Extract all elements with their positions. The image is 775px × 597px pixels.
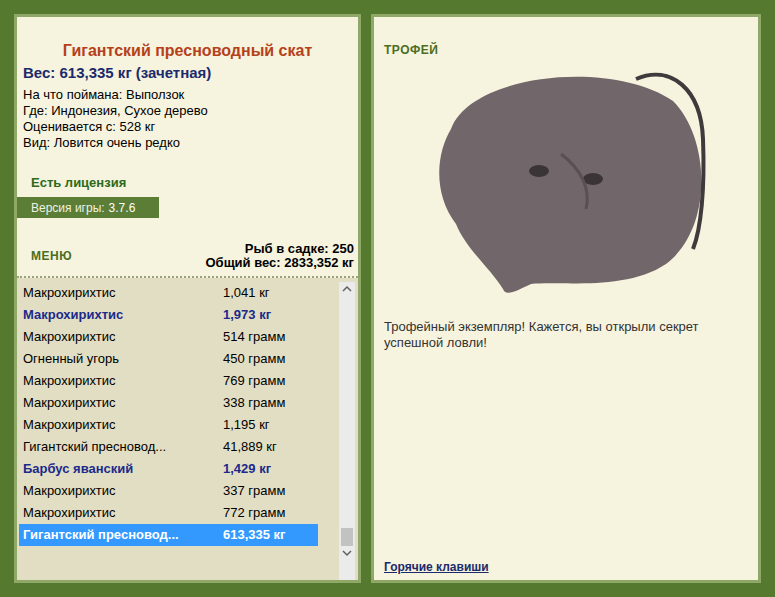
scrollbar[interactable] [339, 282, 355, 580]
catch-name: Макрохирихтис [23, 481, 223, 501]
game-window: Гигантский пресноводный скатВес: 613,335… [0, 0, 775, 597]
fish-name: Гигантский пресноводный скат [23, 41, 352, 61]
catch-weight: 769 грамм [223, 371, 285, 391]
catch-name: Макрохирихтис [23, 415, 223, 435]
catch-row[interactable]: Макрохирихтис338 грамм [19, 392, 318, 414]
catch-weight: 772 грамм [223, 503, 285, 523]
trophy-label: ТРОФЕЙ [384, 41, 748, 59]
catch-weight: 613,335 кг [223, 525, 286, 545]
catch-name: Макрохирихтис [23, 393, 223, 413]
catch-row[interactable]: Гигантский пресновод...613,335 кг [19, 524, 318, 546]
catch-row[interactable]: Макрохирихтис772 грамм [19, 502, 318, 524]
trophy-panel: ТРОФЕЙ Трофейный экземпляр! Кажется, вы о… [371, 14, 761, 583]
catch-name: Макрохирихтис [23, 327, 223, 347]
catch-row[interactable]: Макрохирихтис1,195 кг [19, 414, 318, 436]
keepnet-total: Общий вес: 2833,352 кг [205, 256, 354, 270]
catch-name: Макрохирихтис [23, 305, 223, 325]
catch-list: Макрохирихтис1,041 кгМакрохирихтис1,973 … [17, 278, 358, 580]
catch-weight: 514 грамм [223, 327, 285, 347]
catch-name: Огненный угорь [23, 349, 223, 369]
version-bar: Версия игры:3.7.6 [17, 197, 159, 218]
catch-row[interactable]: Макрохирихтис337 грамм [19, 480, 318, 502]
catch-name: Барбус яванский [23, 459, 223, 479]
catch-row[interactable]: Макрохирихтис1,973 кг [19, 304, 318, 326]
catch-name: Макрохирихтис [23, 503, 223, 523]
catch-weight: 450 грамм [223, 349, 285, 369]
catch-row[interactable]: Макрохирихтис769 грамм [19, 370, 318, 392]
fish-detail: Оценивается с: 528 кг [23, 119, 352, 135]
fish-weight: Вес: 613,335 кг (зачетная) [23, 63, 352, 83]
catch-row[interactable]: Гигантский пресновод...41,889 кг [19, 436, 318, 458]
fish-detail: Вид: Ловится очень редко [23, 135, 352, 151]
catch-name: Гигантский пресновод... [23, 437, 223, 457]
catch-weight: 41,889 кг [223, 437, 277, 457]
fish-detail: На что поймана: Выползок [23, 87, 352, 103]
scroll-down-icon[interactable] [339, 546, 355, 560]
menu-button[interactable]: МЕНЮ [31, 247, 72, 265]
catch-name: Макрохирихтис [23, 283, 223, 303]
trophy-photo [411, 59, 721, 299]
catch-row[interactable]: Макрохирихтис1,041 кг [19, 282, 318, 304]
catch-row[interactable]: Огненный угорь450 грамм [19, 348, 318, 370]
catch-row[interactable]: Макрохирихтис514 грамм [19, 326, 318, 348]
catch-name: Гигантский пресновод... [23, 525, 223, 545]
license-label: Есть лицензия [31, 175, 352, 191]
catch-weight: 338 грамм [223, 393, 285, 413]
catch-weight: 1,429 кг [223, 459, 271, 479]
catch-panel: Гигантский пресноводный скатВес: 613,335… [14, 14, 361, 583]
trophy-message: Трофейный экземпляр! Кажется, вы открыли… [384, 319, 744, 351]
catch-weight: 1,041 кг [223, 283, 270, 303]
fish-detail: Где: Индонезия, Сухое дерево [23, 103, 352, 119]
scroll-thumb[interactable] [341, 528, 353, 546]
hotkeys-link[interactable]: Горячие клавиши [384, 560, 748, 574]
catch-weight: 1,973 кг [223, 305, 271, 325]
catch-row[interactable]: Барбус яванский1,429 кг [19, 458, 318, 480]
catch-name: Макрохирихтис [23, 371, 223, 391]
catch-weight: 1,195 кг [223, 415, 270, 435]
keepnet-count: Рыб в садке: 250 [245, 242, 354, 256]
fish-info: Гигантский пресноводный скатВес: 613,335… [17, 17, 358, 191]
catch-weight: 337 грамм [223, 481, 285, 501]
scroll-up-icon[interactable] [339, 282, 355, 296]
